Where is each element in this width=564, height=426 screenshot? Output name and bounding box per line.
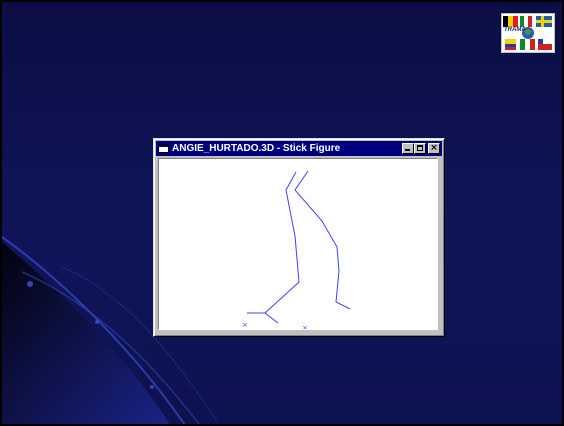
maximize-button[interactable]	[414, 143, 426, 154]
presentation-slide: TRAMA ANGIE_HURTADO.3D - Stick Figure ×	[0, 0, 564, 426]
minimize-button[interactable]	[402, 143, 414, 154]
close-icon: ×	[430, 143, 438, 153]
marker-right: ×	[302, 324, 308, 329]
trama-logo: TRAMA	[501, 13, 555, 53]
stick-figure-window[interactable]: ANGIE_HURTADO.3D - Stick Figure × × ×	[153, 138, 445, 337]
left-foot-line	[264, 312, 279, 324]
marker-left: ×	[242, 321, 248, 329]
left-leg-line	[247, 171, 300, 314]
minimize-icon	[405, 149, 410, 151]
close-button[interactable]: ×	[428, 143, 440, 154]
flags-globe-icon	[503, 16, 552, 50]
window-title: ANGIE_HURTADO.3D - Stick Figure	[172, 143, 341, 154]
stick-figure-canvas[interactable]: × ×	[158, 158, 438, 330]
logo-text: TRAMA	[504, 27, 526, 33]
window-titlebar[interactable]: ANGIE_HURTADO.3D - Stick Figure ×	[156, 141, 442, 156]
maximize-icon	[417, 145, 423, 151]
right-leg-line	[294, 170, 351, 310]
window-icon[interactable]	[158, 144, 169, 153]
stick-figure-drawing: × ×	[242, 170, 351, 329]
